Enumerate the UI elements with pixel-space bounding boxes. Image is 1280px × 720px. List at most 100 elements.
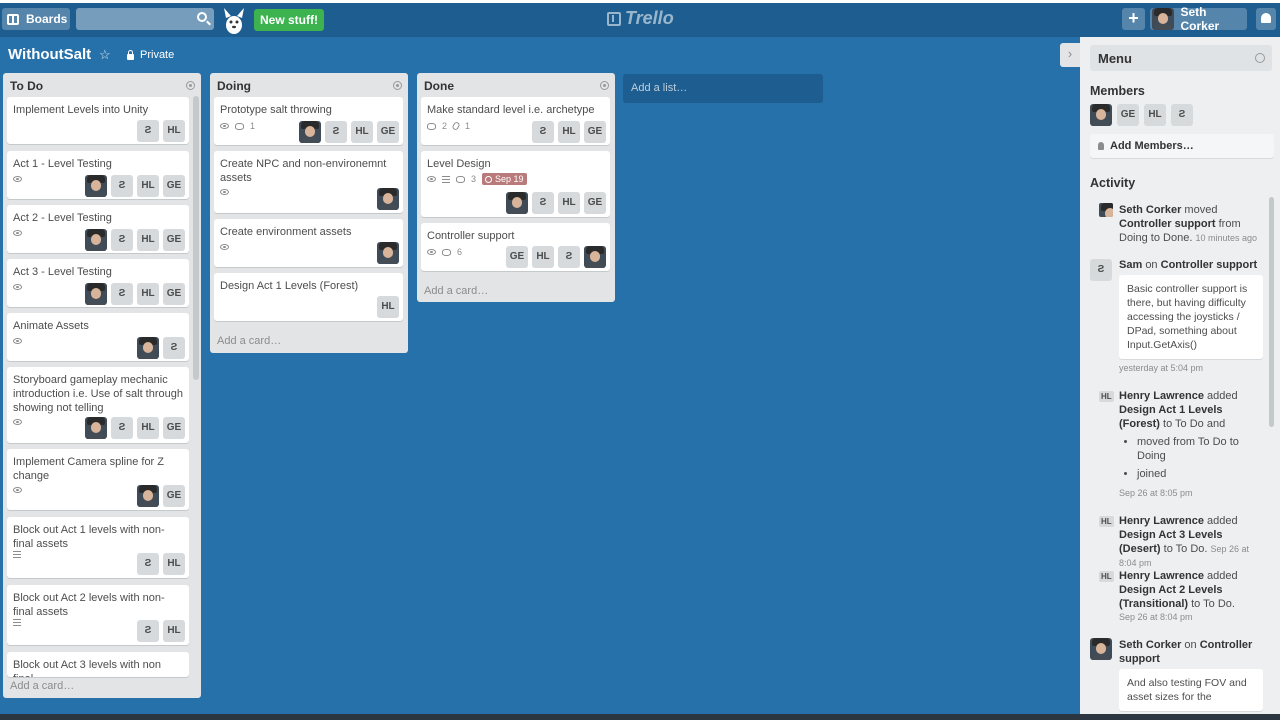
add-card-link[interactable]: Add a card…	[10, 680, 74, 692]
member-initials[interactable]: HL	[1099, 391, 1114, 402]
member-badge[interactable]: GE	[1117, 104, 1139, 126]
activity-user[interactable]: Seth Corker	[1119, 204, 1181, 216]
activity-time[interactable]: 10 minutes ago	[1195, 233, 1257, 243]
member-badge[interactable]: HL	[163, 553, 185, 575]
avatar[interactable]	[299, 121, 321, 143]
avatar[interactable]	[1090, 638, 1112, 660]
member-badge[interactable]: Ƨ	[1090, 259, 1112, 281]
member-badge[interactable]: GE	[584, 192, 606, 214]
avatar[interactable]	[377, 242, 399, 264]
activity-time[interactable]: Sep 26 at 8:04 pm	[1119, 612, 1193, 622]
member-badge[interactable]: Ƨ	[558, 246, 580, 268]
add-members-button[interactable]: Add Members…	[1090, 134, 1274, 158]
visibility-button[interactable]: Private	[127, 49, 174, 61]
avatar[interactable]	[137, 485, 159, 507]
activity-time[interactable]: yesterday at 5:04 pm	[1119, 363, 1203, 373]
member-badge[interactable]: Ƨ	[111, 417, 133, 439]
user-menu-button[interactable]: Seth Corker	[1150, 5, 1247, 33]
search-icon[interactable]	[197, 12, 207, 22]
avatar[interactable]	[85, 283, 107, 305]
card[interactable]: Create NPC and non-environemnt assets	[214, 151, 403, 213]
card[interactable]: Block out Act 1 levels with non-final as…	[7, 517, 189, 578]
member-badge[interactable]: HL	[558, 121, 580, 143]
avatar[interactable]	[85, 175, 107, 197]
sidebar-toggle-button[interactable]: ›	[1060, 43, 1080, 67]
member-badge[interactable]: GE	[506, 246, 528, 268]
add-card-link[interactable]: Add a card…	[217, 335, 281, 347]
avatar[interactable]	[377, 188, 399, 210]
member-badge[interactable]: Ƨ	[111, 175, 133, 197]
activity-user[interactable]: Henry Lawrence	[1119, 515, 1204, 527]
card[interactable]: Act 2 - Level Testing Ƨ HL GE	[7, 205, 189, 253]
add-list-button[interactable]: Add a list…	[623, 74, 823, 103]
member-badge[interactable]: GE	[163, 485, 185, 507]
member-badge[interactable]: GE	[163, 229, 185, 251]
avatar[interactable]	[1099, 203, 1113, 217]
member-badge[interactable]: HL	[163, 120, 185, 142]
activity-user[interactable]: Seth Corker	[1119, 639, 1181, 651]
avatar[interactable]	[584, 246, 606, 268]
add-button[interactable]: +	[1122, 8, 1145, 30]
list-title[interactable]: To Do	[10, 79, 43, 93]
member-badge[interactable]: HL	[532, 246, 554, 268]
board-title[interactable]: WithoutSalt	[8, 46, 91, 63]
card[interactable]: Create environment assets	[214, 219, 403, 267]
member-badge[interactable]: Ƨ	[532, 192, 554, 214]
activity-user[interactable]: Henry Lawrence	[1119, 570, 1204, 582]
list-menu-icon[interactable]	[393, 81, 402, 90]
boards-button[interactable]: Boards	[2, 8, 70, 30]
member-initials[interactable]: HL	[1099, 516, 1114, 527]
avatar[interactable]	[85, 229, 107, 251]
list-menu-icon[interactable]	[600, 81, 609, 90]
card[interactable]: Prototype salt throwing 1 Ƨ HL GE	[214, 97, 403, 145]
member-badge[interactable]: GE	[163, 175, 185, 197]
card[interactable]: Animate Assets Ƨ	[7, 313, 189, 361]
member-badge[interactable]: Ƨ	[325, 121, 347, 143]
member-badge[interactable]: HL	[163, 620, 185, 642]
card[interactable]: Make standard level i.e. archetype 2 1 Ƨ…	[421, 97, 610, 145]
member-badge[interactable]: HL	[377, 296, 399, 318]
avatar[interactable]	[85, 417, 107, 439]
member-initials[interactable]: HL	[1099, 571, 1114, 582]
member-badge[interactable]: GE	[377, 121, 399, 143]
list-title[interactable]: Doing	[217, 79, 251, 93]
member-badge[interactable]: Ƨ	[111, 283, 133, 305]
activity-user[interactable]: Sam	[1119, 259, 1142, 271]
member-badge[interactable]: HL	[558, 192, 580, 214]
activity-user[interactable]: Henry Lawrence	[1119, 390, 1204, 402]
card[interactable]: Implement Levels into Unity Ƨ HL	[7, 97, 189, 144]
member-badge[interactable]: Ƨ	[137, 553, 159, 575]
card[interactable]: Design Act 1 Levels (Forest) HL	[214, 273, 403, 321]
search-input[interactable]	[76, 8, 214, 30]
member-badge[interactable]: HL	[137, 175, 159, 197]
taco-mascot-icon[interactable]	[219, 6, 249, 36]
close-icon[interactable]	[1255, 53, 1265, 63]
trello-logo[interactable]: Trello	[607, 8, 674, 29]
member-badge[interactable]: HL	[137, 283, 159, 305]
member-badge[interactable]: HL	[137, 417, 159, 439]
avatar[interactable]	[137, 337, 159, 359]
add-card-link[interactable]: Add a card…	[424, 285, 488, 297]
activity-target[interactable]: Controller support	[1119, 218, 1216, 230]
member-badge[interactable]: GE	[163, 417, 185, 439]
star-icon[interactable]: ☆	[99, 47, 111, 63]
activity-time[interactable]: Sep 26 at 8:05 pm	[1119, 488, 1193, 498]
member-badge[interactable]: HL	[351, 121, 373, 143]
notifications-button[interactable]	[1256, 8, 1276, 30]
card[interactable]: Act 1 - Level Testing Ƨ HL GE	[7, 151, 189, 199]
avatar[interactable]	[1090, 104, 1112, 126]
member-badge[interactable]: Ƨ	[137, 120, 159, 142]
card[interactable]: Implement Camera spline for Z change GE	[7, 449, 189, 510]
member-badge[interactable]: Ƨ	[1171, 104, 1193, 126]
member-badge[interactable]: GE	[163, 283, 185, 305]
sidebar-scrollbar[interactable]	[1269, 197, 1274, 427]
member-badge[interactable]: Ƨ	[137, 620, 159, 642]
card[interactable]: Level Design 3 Sep 19 Ƨ HL GE	[421, 151, 610, 217]
member-badge[interactable]: HL	[137, 229, 159, 251]
card[interactable]: Storyboard gameplay mechanic introductio…	[7, 367, 189, 443]
avatar[interactable]	[506, 192, 528, 214]
new-stuff-button[interactable]: New stuff!	[254, 9, 324, 31]
card[interactable]: Controller support 6 GE HL Ƨ	[421, 223, 610, 271]
member-badge[interactable]: Ƨ	[163, 337, 185, 359]
list-scrollbar[interactable]	[193, 96, 199, 380]
